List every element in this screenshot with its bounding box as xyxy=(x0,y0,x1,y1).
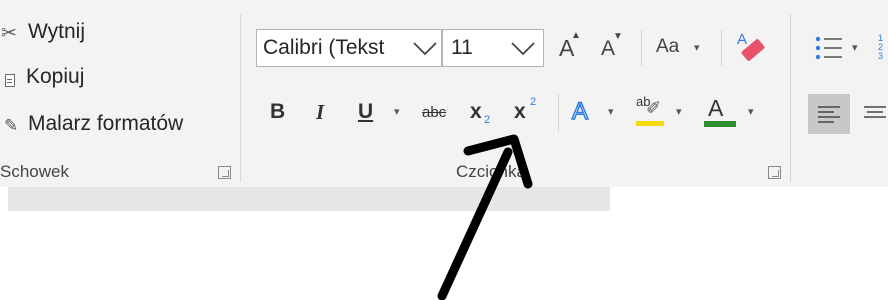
annotation-arrow xyxy=(437,134,533,300)
arrow-shaft xyxy=(437,147,513,300)
